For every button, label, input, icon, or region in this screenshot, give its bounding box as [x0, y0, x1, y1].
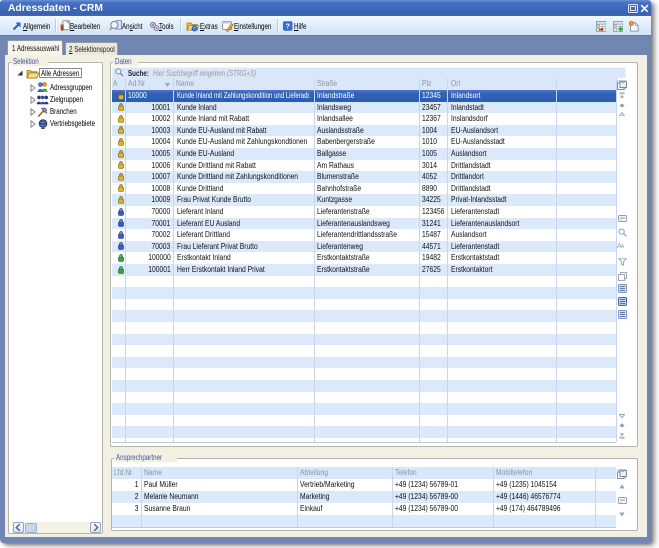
svg-text:?: ? [286, 21, 291, 30]
